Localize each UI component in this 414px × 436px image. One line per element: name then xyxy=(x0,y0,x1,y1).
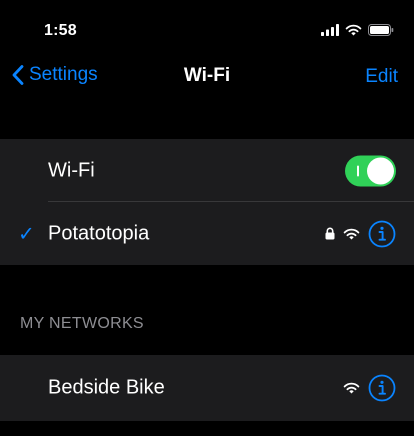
connected-network-row[interactable]: ✓ Potatotopia xyxy=(0,202,414,265)
edit-button[interactable]: Edit xyxy=(365,66,398,88)
toggle-on-indicator xyxy=(357,165,359,176)
signal-icon xyxy=(321,24,339,36)
wifi-toggle-switch[interactable] xyxy=(345,155,396,186)
my-networks-group: Bedside Bike xyxy=(0,355,414,421)
checkmark-icon: ✓ xyxy=(18,223,35,245)
status-icons xyxy=(321,24,394,36)
navigation-bar: Settings Wi-Fi Edit xyxy=(0,56,414,100)
wifi-icon xyxy=(343,228,360,239)
info-icon[interactable] xyxy=(368,220,396,248)
network-row[interactable]: Bedside Bike xyxy=(0,355,414,421)
lock-icon xyxy=(325,227,335,240)
network-icons xyxy=(343,374,396,402)
page-title: Wi-Fi xyxy=(183,65,231,86)
network-name: Bedside Bike xyxy=(48,376,165,399)
wifi-toggle-row: Wi-Fi xyxy=(0,139,414,202)
wifi-toggle-label: Wi-Fi xyxy=(48,159,95,181)
connected-network-name: Potatotopia xyxy=(48,222,150,244)
toggle-knob xyxy=(367,157,394,184)
info-icon[interactable] xyxy=(368,374,396,402)
my-networks-header: MY NETWORKS xyxy=(20,315,144,332)
wifi-settings-screen: 1:58 Settings Wi-Fi Edit Wi-Fi ✓ Potatot… xyxy=(0,0,414,436)
wifi-icon xyxy=(345,24,362,36)
wifi-group: Wi-Fi ✓ Potatotopia xyxy=(0,139,414,265)
battery-icon xyxy=(368,24,394,36)
wifi-icon xyxy=(343,382,360,394)
status-bar: 1:58 xyxy=(0,0,414,52)
connected-network-icons xyxy=(325,220,396,248)
status-time: 1:58 xyxy=(44,22,77,39)
